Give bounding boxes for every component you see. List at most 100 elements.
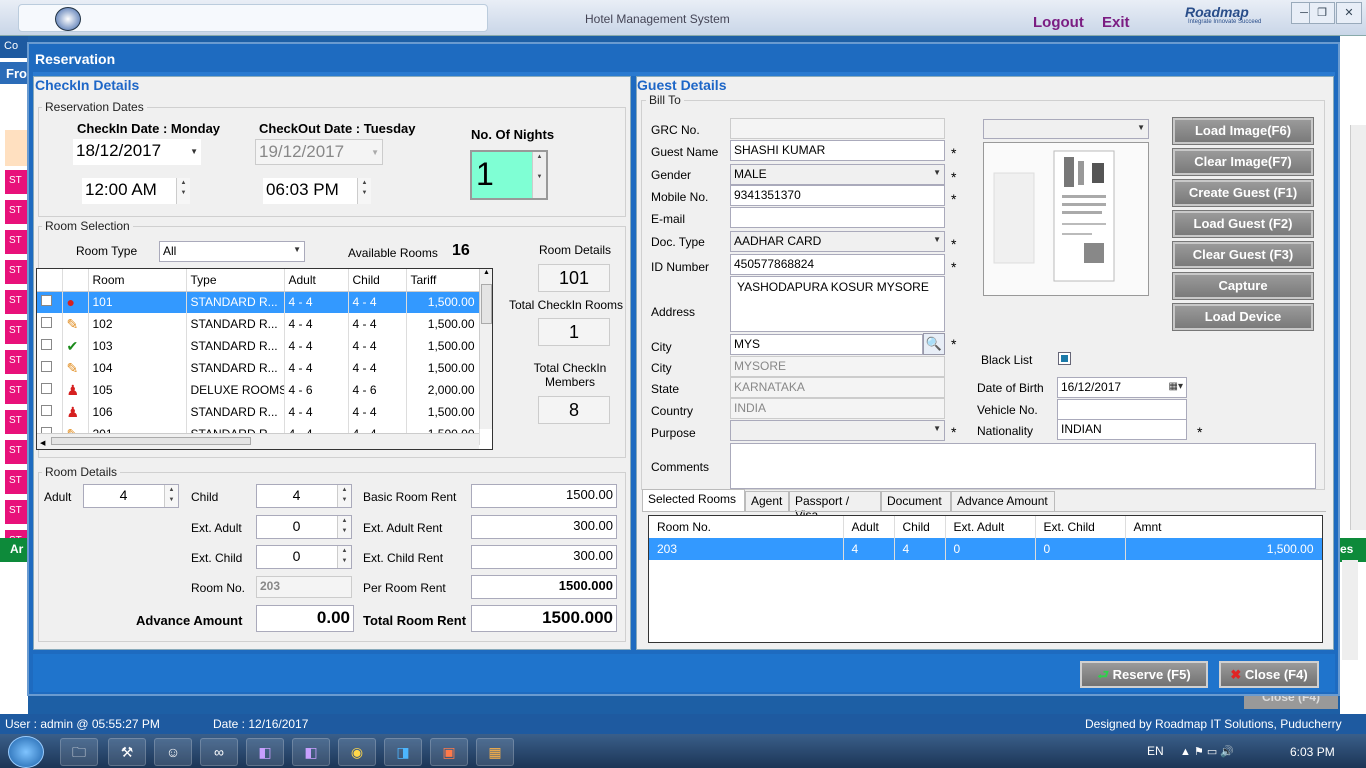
room-grid[interactable]: Room Type Adult Child Tariff ● 101 STANDAR… <box>36 268 493 450</box>
table-row[interactable]: ♟ 106 STANDARD R... 4 - 44 - 4 1,500.00 <box>37 401 480 423</box>
app-icon[interactable]: ▦ <box>476 738 514 766</box>
spin-icon[interactable]: ▲ ▼ <box>176 178 190 204</box>
restore-icon[interactable]: ❐ <box>1309 2 1335 24</box>
checkbox[interactable] <box>41 295 52 307</box>
row-checkbox[interactable] <box>37 335 63 357</box>
table-row[interactable]: ● 101 STANDARD R... 4 - 44 - 4 1,500.00 <box>37 291 480 313</box>
column-header[interactable]: Room No. <box>649 516 844 538</box>
tab-agent[interactable]: Agent <box>745 491 789 511</box>
basic-rent-field[interactable]: 1500.00 <box>471 484 617 508</box>
spin-icon[interactable]: ▲ ▼ <box>357 178 371 204</box>
logout-link[interactable]: Logout <box>1033 14 1084 31</box>
vehicle-field[interactable] <box>1057 399 1187 420</box>
explorer-icon[interactable]: 🗀 <box>60 738 98 766</box>
city-code-field[interactable]: MYS <box>730 334 923 355</box>
row-checkbox[interactable] <box>37 313 63 335</box>
tools-icon[interactable]: ⚒ <box>108 738 146 766</box>
image-source-select[interactable]: ▼ <box>983 119 1149 139</box>
comments-field[interactable] <box>730 443 1316 489</box>
checkin-date-picker[interactable]: 18/12/2017 ▼ <box>73 139 201 165</box>
calendar-icon[interactable]: ▦▾ <box>1169 381 1183 392</box>
powerpoint-icon[interactable]: ▣ <box>430 738 468 766</box>
checkbox[interactable] <box>41 383 52 394</box>
spin-icon[interactable]: ▲ ▼ <box>337 516 351 538</box>
checkbox[interactable] <box>41 339 52 350</box>
background-scrollbar-lower[interactable] <box>1342 560 1358 660</box>
row-checkbox[interactable] <box>37 357 63 379</box>
column-header[interactable]: Child <box>348 269 407 292</box>
mobile-field[interactable]: 9341351370 <box>730 185 945 206</box>
load-device-button[interactable]: Load Device <box>1173 304 1313 330</box>
email-field[interactable] <box>730 207 945 228</box>
load-image-button[interactable]: Load Image(F6) <box>1173 118 1313 144</box>
advance-field[interactable]: 0.00 <box>256 605 354 632</box>
table-row[interactable]: 203 4 4 0 0 1,500.00 <box>649 538 1322 560</box>
row-checkbox[interactable] <box>37 291 63 313</box>
column-header[interactable]: Child <box>894 516 946 538</box>
column-header[interactable]: Ext. Child <box>1035 516 1126 538</box>
vscode-icon[interactable]: ◨ <box>384 738 422 766</box>
address-field[interactable]: YASHODAPURA KOSUR MYSORE <box>730 276 945 332</box>
spin-icon[interactable]: ▲ ▼ <box>164 485 178 507</box>
tab-advance-amount[interactable]: Advance Amount <box>951 491 1055 511</box>
room-grid-vscroll[interactable]: ▲ <box>479 269 492 429</box>
chrome-icon[interactable]: ◉ <box>338 738 376 766</box>
reserve-button[interactable]: ⮐ Reserve (F5) <box>1080 661 1208 688</box>
checkbox[interactable] <box>41 405 52 416</box>
tray-icons[interactable]: ▲ ⚑ ▭ 🔊 <box>1180 745 1234 758</box>
column-header[interactable]: Room <box>88 269 187 292</box>
column-header[interactable]: Adult <box>284 269 349 292</box>
spin-icon[interactable]: ▲ ▼ <box>532 152 546 198</box>
spin-icon[interactable]: ▲ ▼ <box>337 485 351 507</box>
ext-child-stepper[interactable]: 0 ▲ ▼ <box>256 545 352 569</box>
tab-passport-visa[interactable]: Passport / Visa <box>789 491 881 522</box>
clock[interactable]: 6:03 PM <box>1290 745 1335 759</box>
selected-rooms-grid[interactable]: Room No. Adult Child Ext. Adult Ext. Chi… <box>648 515 1323 643</box>
id-number-field[interactable]: 450577868824 <box>730 254 945 275</box>
close-window-icon[interactable]: ✕ <box>1336 2 1362 24</box>
child-stepper[interactable]: 4 ▲ ▼ <box>256 484 352 508</box>
capture-button[interactable]: Capture <box>1173 273 1313 299</box>
room-type-select[interactable]: All ▼ <box>159 241 305 262</box>
guest-name-field[interactable]: SHASHI KUMAR <box>730 140 945 161</box>
visual-studio-icon[interactable]: ◧ <box>246 738 284 766</box>
ext-child-rent-field[interactable]: 300.00 <box>471 545 617 569</box>
table-row[interactable]: ✎ 102 STANDARD R... 4 - 44 - 4 1,500.00 <box>37 313 480 335</box>
language-indicator[interactable]: EN <box>1147 744 1164 758</box>
dob-picker[interactable]: 16/12/2017 ▦▾ <box>1057 377 1187 398</box>
spin-icon[interactable]: ▲ ▼ <box>337 546 351 568</box>
column-header[interactable]: Adult <box>843 516 895 538</box>
background-scrollbar[interactable] <box>1350 125 1366 530</box>
start-button-icon[interactable] <box>8 736 44 768</box>
purpose-select[interactable]: ▼ <box>730 420 945 441</box>
nationality-field[interactable]: INDIAN <box>1057 419 1187 440</box>
checkbox[interactable] <box>41 361 52 372</box>
row-checkbox[interactable] <box>37 379 63 401</box>
row-checkbox[interactable] <box>37 401 63 423</box>
column-header[interactable]: Ext. Adult <box>945 516 1036 538</box>
app-orb-icon[interactable] <box>55 7 81 31</box>
gender-select[interactable]: MALE ▼ <box>730 164 945 185</box>
messenger-icon[interactable]: ☺ <box>154 738 192 766</box>
room-grid-hscroll[interactable]: ◀ <box>37 433 479 449</box>
visual-studio-2-icon[interactable]: ◧ <box>292 738 330 766</box>
load-guest-button[interactable]: Load Guest (F2) <box>1173 211 1313 237</box>
clear-guest-button[interactable]: Clear Guest (F3) <box>1173 242 1313 268</box>
black-list-checkbox[interactable] <box>1058 352 1071 365</box>
column-header[interactable]: Amnt <box>1125 516 1322 538</box>
checkin-time-picker[interactable]: 12:00 AM ▲ ▼ <box>82 178 190 204</box>
table-row[interactable]: ♟ 105 DELUXE ROOMS 4 - 64 - 6 2,000.00 <box>37 379 480 401</box>
infinity-icon[interactable]: ∞ <box>200 738 238 766</box>
adult-stepper[interactable]: 4 ▲ ▼ <box>83 484 179 508</box>
column-header[interactable]: Type <box>186 269 285 292</box>
table-row[interactable]: ✎ 104 STANDARD R... 4 - 44 - 4 1,500.00 <box>37 357 480 379</box>
tab-document[interactable]: Document <box>881 491 951 511</box>
column-header[interactable]: Tariff <box>406 269 480 292</box>
close-button[interactable]: ✖ Close (F4) <box>1219 661 1319 688</box>
checkout-time-picker[interactable]: 06:03 PM ▲ ▼ <box>263 178 371 204</box>
exit-link[interactable]: Exit <box>1102 14 1130 31</box>
nights-stepper[interactable]: 1 ▲ ▼ <box>470 150 548 200</box>
tab-selected-rooms[interactable]: Selected Rooms <box>642 489 745 512</box>
create-guest-button[interactable]: Create Guest (F1) <box>1173 180 1313 206</box>
search-icon[interactable]: 🔍 <box>923 333 945 355</box>
